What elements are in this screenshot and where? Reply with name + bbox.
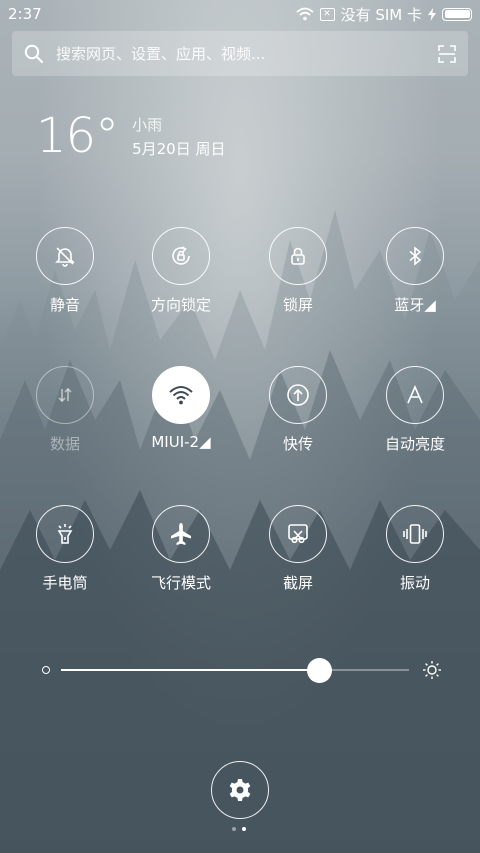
- search-bar[interactable]: 搜索网页、设置、应用、视频...: [12, 31, 468, 76]
- toggle-label: 快传: [282, 435, 313, 453]
- brightness-track[interactable]: [61, 658, 409, 683]
- settings-button[interactable]: [211, 761, 269, 819]
- scan-icon[interactable]: [438, 44, 456, 63]
- toggle-rotation-lock-button[interactable]: [152, 227, 210, 285]
- toggle-rotation-lock[interactable]: 方向锁定: [126, 227, 236, 315]
- mobile-data-icon: [58, 387, 72, 403]
- brightness-low-icon: [42, 666, 50, 674]
- weather-date: 5月20日 周日: [132, 140, 226, 158]
- status-time: 2:37: [8, 5, 42, 23]
- toggle-label: 蓝牙◢: [394, 296, 436, 314]
- airplane-icon: [171, 523, 191, 545]
- page-dot: [232, 827, 236, 831]
- rotation-lock-icon: [172, 246, 190, 265]
- status-icons: ✕ 没有 SIM 卡: [295, 4, 472, 25]
- search-icon: [24, 44, 44, 63]
- toggle-label: 手电筒: [42, 574, 88, 592]
- status-bar: 2:37 ✕ 没有 SIM 卡: [0, 0, 480, 28]
- vibrate-icon: [403, 524, 427, 544]
- wifi-icon: [169, 386, 193, 405]
- toggle-lock-screen-button[interactable]: [269, 227, 327, 285]
- toggle-screenshot-button[interactable]: [269, 505, 327, 563]
- toggle-label: 锁屏: [282, 296, 313, 314]
- weather-widget[interactable]: 16° 小雨 5月20日 周日: [36, 108, 225, 164]
- wifi-icon: [295, 7, 314, 21]
- toggle-mute-button[interactable]: [36, 227, 94, 285]
- toggle-flashlight[interactable]: 手电筒: [10, 505, 120, 593]
- brightness-thumb[interactable]: [306, 658, 332, 683]
- toggle-quick-transfer[interactable]: 快传: [243, 366, 353, 454]
- screenshot-icon: [288, 524, 308, 544]
- battery-icon: [442, 7, 472, 21]
- page-indicator: [232, 827, 246, 831]
- charging-icon: [428, 7, 436, 21]
- toggle-bluetooth-button[interactable]: [386, 227, 444, 285]
- toggle-mute[interactable]: 静音: [10, 227, 120, 315]
- toggle-mobile-data[interactable]: 数据: [10, 366, 120, 454]
- search-input[interactable]: 搜索网页、设置、应用、视频...: [56, 43, 438, 64]
- toggle-label: 飞行模式: [150, 574, 211, 592]
- sim-icon: ✕: [319, 7, 335, 21]
- quick-transfer-icon: [287, 384, 309, 406]
- toggle-label: 截屏: [282, 574, 313, 592]
- toggle-wifi-button[interactable]: [152, 366, 210, 424]
- toggle-auto-brightness-button[interactable]: [386, 366, 444, 424]
- toggle-label: 振动: [399, 574, 430, 592]
- flashlight-icon: [57, 524, 73, 544]
- toggle-label: MIUI-2◢: [151, 433, 211, 451]
- toggle-wifi[interactable]: MIUI-2◢: [126, 366, 236, 451]
- brightness-slider[interactable]: [38, 657, 442, 683]
- page-dot-active: [242, 827, 246, 831]
- brightness-fill: [61, 669, 319, 671]
- brightness-high-icon: [423, 661, 441, 679]
- bluetooth-icon: [409, 246, 422, 266]
- toggle-bluetooth[interactable]: 蓝牙◢: [360, 227, 470, 315]
- toggle-vibrate-button[interactable]: [386, 505, 444, 563]
- mute-bell-icon: [55, 247, 75, 267]
- toggle-mobile-data-button[interactable]: [36, 366, 94, 424]
- auto-brightness-icon: [407, 385, 423, 404]
- toggle-flashlight-button[interactable]: [36, 505, 94, 563]
- weather-condition: 小雨: [132, 116, 163, 134]
- toggle-lock-screen[interactable]: 锁屏: [243, 227, 353, 315]
- toggle-label: 自动亮度: [384, 435, 445, 453]
- toggle-label: 静音: [49, 296, 80, 314]
- toggle-screenshot[interactable]: 截屏: [243, 505, 353, 593]
- toggle-label: 数据: [49, 435, 80, 453]
- toggle-airplane-mode[interactable]: 飞行模式: [126, 505, 236, 593]
- toggle-label: 方向锁定: [150, 296, 211, 314]
- toggle-vibrate[interactable]: 振动: [360, 505, 470, 593]
- gear-icon: [229, 779, 251, 801]
- lock-icon: [291, 247, 305, 265]
- temperature: 16°: [36, 108, 119, 164]
- weather-info: 小雨 5月20日 周日: [132, 114, 225, 164]
- toggle-auto-brightness[interactable]: 自动亮度: [360, 366, 470, 454]
- carrier-text: 没有 SIM 卡: [340, 5, 422, 24]
- toggle-airplane-mode-button[interactable]: [152, 505, 210, 563]
- toggle-quick-transfer-button[interactable]: [269, 366, 327, 424]
